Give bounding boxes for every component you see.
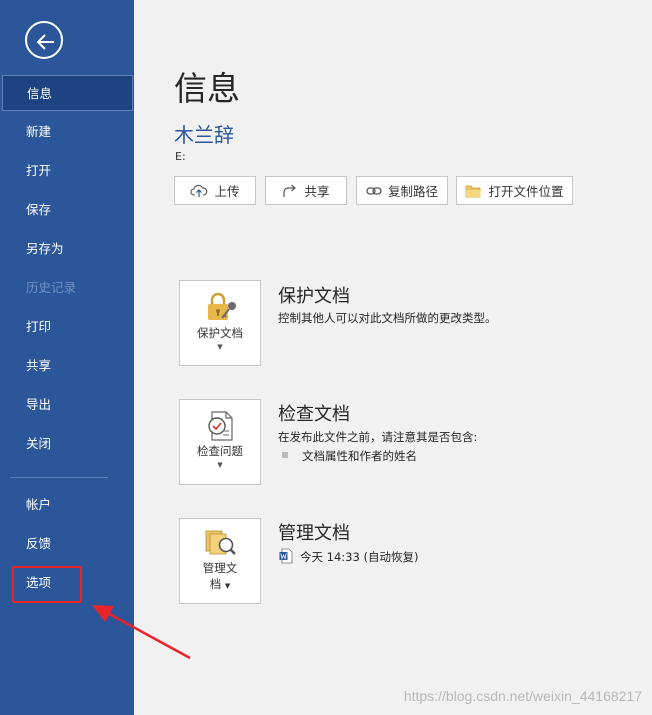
nav-share[interactable]: 共享	[0, 348, 134, 384]
bullet-marker	[282, 452, 288, 458]
inspect-document-tile[interactable]: 检查问题 ▼	[179, 399, 261, 485]
nav-info[interactable]: 信息	[2, 75, 133, 111]
copy-path-label: 复制路径	[387, 184, 438, 199]
chevron-down-icon: ▼	[217, 343, 223, 351]
back-arrow-icon	[36, 34, 54, 50]
copy-path-button[interactable]: 复制路径	[356, 176, 448, 205]
manage-document-tile-label-line1: 管理文	[202, 561, 238, 575]
autosave-version-link[interactable]: 今天 14:33 (自动恢复)	[300, 549, 418, 565]
nav-save[interactable]: 保存	[0, 192, 134, 228]
options-highlight-box	[12, 566, 82, 603]
nav-account[interactable]: 帐户	[0, 487, 134, 523]
manage-document-tile-label-line2-text: 档	[209, 577, 222, 591]
nav-print[interactable]: 打印	[0, 309, 134, 345]
share-label: 共享	[304, 184, 330, 199]
chevron-down-icon: ▼	[217, 461, 223, 469]
protect-document-tile[interactable]: 保护文档 ▼	[179, 280, 261, 366]
nav-history: 历史记录	[26, 280, 77, 295]
share-icon	[283, 184, 297, 197]
manage-document-tile-label-line2: 档 ▼	[180, 577, 260, 594]
chevron-down-icon: ▼	[224, 582, 231, 590]
nav-divider	[10, 477, 108, 478]
document-path: E:	[175, 150, 186, 163]
page-title: 信息	[174, 69, 240, 108]
link-icon	[366, 186, 382, 195]
inspect-document-tile-label: 检查问题	[197, 444, 243, 458]
protect-document-description: 控制其他人可以对此文档所做的更改类型。	[278, 311, 497, 325]
nav-export[interactable]: 导出	[0, 387, 134, 423]
inspect-document-heading: 检查文档	[278, 404, 350, 425]
lock-key-icon	[208, 292, 236, 320]
nav-open[interactable]: 打开	[0, 153, 134, 189]
manage-document-tile[interactable]: 管理文 档 ▼	[179, 518, 261, 604]
nav-save-as[interactable]: 另存为	[0, 231, 134, 267]
back-button[interactable]	[25, 21, 63, 59]
upload-label: 上传	[214, 184, 240, 199]
upload-button[interactable]: 上传	[174, 176, 256, 205]
share-button[interactable]: 共享	[265, 176, 347, 205]
inspect-document-bullet-item: 文档属性和作者的姓名	[302, 449, 417, 463]
protect-document-tile-label: 保护文档	[197, 326, 243, 340]
info-pane: 信息 木兰辞 E: 上传 共享 复制路径 打开文件位置 保护文档 ▼ 保护文档 …	[134, 0, 652, 715]
nav-feedback[interactable]: 反馈	[0, 526, 134, 562]
manage-document-icon	[205, 530, 236, 555]
inspect-document-icon	[208, 411, 233, 441]
open-file-location-button[interactable]: 打开文件位置	[456, 176, 573, 205]
protect-document-heading: 保护文档	[278, 286, 350, 307]
open-file-location-label: 打开文件位置	[488, 184, 564, 199]
nav-close[interactable]: 关闭	[0, 426, 134, 462]
nav-new[interactable]: 新建	[0, 114, 134, 150]
cloud-upload-icon	[191, 184, 208, 197]
manage-document-heading: 管理文档	[278, 523, 350, 544]
folder-icon	[466, 185, 482, 197]
document-name: 木兰辞	[174, 123, 234, 147]
word-document-icon	[279, 548, 293, 564]
watermark: https://blog.csdn.net/weixin_44168217	[403, 688, 642, 704]
inspect-document-description: 在发布此文件之前，请注意其是否包含:	[278, 430, 478, 444]
